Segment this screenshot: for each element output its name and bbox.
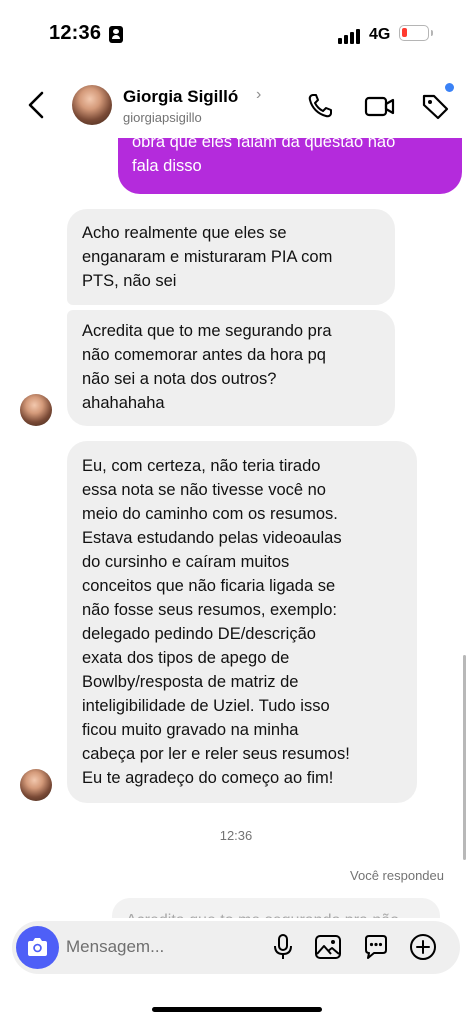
sticker-icon[interactable] [362,933,390,961]
camera-button[interactable] [16,926,59,969]
signal-icon [338,28,362,44]
message-timestamp: 12:36 [219,828,253,843]
scrollbar[interactable] [463,655,466,860]
incoming-message[interactable]: Eu, com certeza, não teria tirado essa n… [67,441,417,803]
contact-handle[interactable]: giorgiapsigillo [123,110,202,125]
focus-person-icon [109,26,123,43]
contact-name[interactable]: Giorgia Sigilló [123,87,238,107]
battery-cap [431,30,433,36]
chevron-left-icon [28,91,44,119]
battery-icon [399,25,429,41]
message-thread[interactable]: obra que eles falam da questão não fala … [0,138,472,918]
chat-header: Giorgia Sigilló › giorgiapsigillo [0,72,472,138]
incoming-message[interactable]: Acredita que to me segurando pra não com… [67,310,395,426]
gallery-icon[interactable] [314,933,342,961]
tag-icon[interactable] [420,92,450,120]
incoming-message[interactable]: Acho realmente que eles se enganaram e m… [67,209,395,305]
chevron-right-icon[interactable]: › [256,86,261,104]
notification-dot [445,83,454,92]
message-input[interactable] [66,932,266,962]
microphone-icon[interactable] [269,933,297,961]
reply-preview[interactable]: Acredita que to me segurando pra não [112,898,440,918]
network-label: 4G [369,26,391,43]
sender-avatar[interactable] [20,769,52,801]
plus-icon[interactable] [409,933,437,961]
video-icon[interactable] [364,92,395,120]
outgoing-message[interactable]: obra que eles falam da questão não fala … [118,138,462,194]
phone-icon[interactable] [306,92,336,120]
home-indicator [152,1007,322,1012]
replied-label: Você respondeu [350,868,444,883]
message-composer [12,921,460,974]
contact-avatar[interactable] [72,85,112,125]
status-bar: 12:36 4G [0,0,472,72]
back-button[interactable] [24,90,52,120]
sender-avatar[interactable] [20,394,52,426]
camera-icon [28,938,47,956]
status-time: 12:36 [49,22,102,44]
